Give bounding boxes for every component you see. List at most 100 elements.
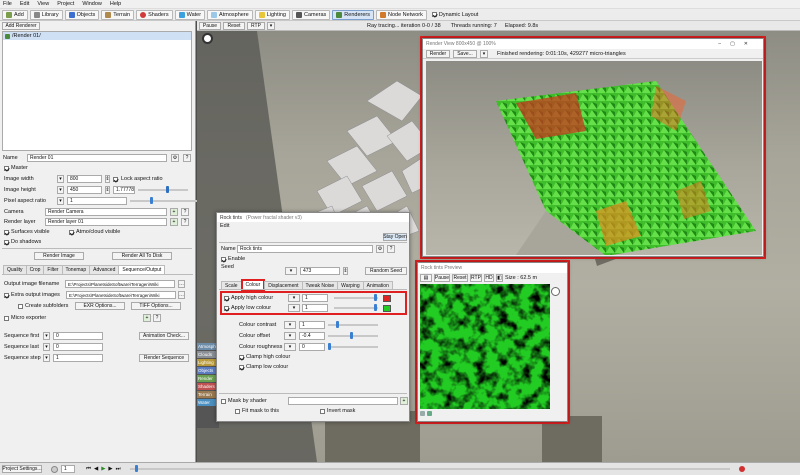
sequence-first-field[interactable]: 0 — [53, 332, 103, 340]
contrast-field[interactable]: 1 — [299, 321, 325, 329]
toolbar-add-button[interactable]: Add — [2, 9, 28, 20]
low-colour-field[interactable]: 1 — [302, 304, 328, 312]
preview-options-icon[interactable] — [427, 411, 432, 416]
contrast-slider[interactable] — [328, 321, 378, 328]
seed-field[interactable]: 473 — [300, 267, 340, 275]
clamp-high-checkbox[interactable] — [239, 354, 244, 360]
dynamic-layout-toggle[interactable]: Dynamic Layout — [431, 12, 478, 18]
high-colour-field[interactable]: 1 — [302, 294, 328, 302]
invert-mask-checkbox[interactable] — [320, 408, 325, 414]
name-field[interactable]: Render 01 — [27, 154, 167, 162]
image-width-spin[interactable]: ⇕ — [105, 175, 110, 183]
extra-output-checkbox[interactable] — [4, 292, 9, 298]
toolbar-cameras-button[interactable]: Cameras — [291, 9, 331, 20]
play-icon[interactable]: ▶ — [101, 466, 105, 472]
go-end-icon[interactable]: ⏭ — [116, 466, 121, 473]
low-colour-slider[interactable] — [334, 304, 378, 311]
random-seed-button[interactable]: Random Seed — [365, 267, 407, 275]
micro-exporter-help-icon[interactable]: ? — [153, 314, 161, 322]
low-colour-swatch[interactable] — [383, 304, 391, 312]
rock-node-options-icon[interactable]: ⚙ — [376, 245, 384, 253]
lock-aspect-checkbox[interactable] — [113, 176, 118, 182]
seed-menu[interactable]: ▾ — [285, 267, 297, 275]
window-controls-icon[interactable]: ‒▢✕ — [718, 41, 757, 47]
low-colour-menu[interactable]: ▾ — [288, 304, 300, 312]
high-colour-swatch[interactable] — [383, 294, 391, 302]
dynamic-layout-checkbox[interactable] — [431, 12, 437, 17]
add-renderer-button[interactable]: Add Renderer — [2, 22, 40, 30]
tab-crop[interactable]: Crop — [25, 265, 45, 274]
offset-menu[interactable]: ▾ — [284, 332, 296, 340]
toolbar-shaders-button[interactable]: Shaders — [136, 9, 173, 20]
preview-pause-button[interactable]: Pause — [434, 273, 450, 282]
pixel-aspect-menu[interactable]: ▾ — [57, 197, 64, 205]
preview-layers-icon[interactable]: ▤ — [420, 273, 432, 282]
preview-reset-button[interactable]: Reset — [452, 273, 468, 282]
micro-exporter-checkbox[interactable] — [4, 315, 9, 321]
compass-icon[interactable] — [202, 33, 213, 44]
render-view-menu-icon[interactable]: ▾ — [480, 49, 488, 58]
preview-zoom-icon[interactable]: ◧ — [496, 273, 503, 282]
toolbar-objects-button[interactable]: Objects — [64, 9, 100, 20]
exr-options-button[interactable]: EXR Options... — [75, 302, 125, 310]
tab-advanced[interactable]: Advanced — [89, 265, 120, 274]
preview-rtp-button[interactable]: RTP — [470, 273, 482, 282]
preview-nav-icon[interactable] — [420, 411, 425, 416]
render-image-button[interactable]: Render Image — [34, 252, 84, 260]
sequence-first-menu[interactable]: ▾ — [43, 332, 50, 340]
sequence-last-menu[interactable]: ▾ — [43, 343, 50, 351]
sequence-last-field[interactable]: 0 — [53, 343, 103, 351]
high-colour-slider[interactable] — [334, 294, 378, 301]
edit-menu[interactable]: Edit — [217, 222, 409, 230]
toolbar-lighting-button[interactable]: Lighting — [254, 9, 290, 20]
timeline-slider[interactable] — [129, 465, 730, 472]
preview-compass-icon[interactable] — [551, 287, 560, 296]
tab-tonemap[interactable]: Tonemap — [61, 265, 91, 274]
atmo-visible-checkbox[interactable] — [69, 229, 74, 235]
fit-mask-checkbox[interactable] — [235, 408, 240, 414]
roughness-field[interactable]: 0 — [299, 343, 325, 351]
viewport-reset-button[interactable]: Reset — [223, 21, 245, 30]
do-shadows-checkbox[interactable] — [4, 239, 9, 245]
tiff-options-button[interactable]: TIFF Options... — [131, 302, 181, 310]
image-height-spin[interactable]: ⇕ — [105, 186, 110, 194]
output-browse-icon[interactable]: … — [178, 280, 185, 288]
mask-shader-field[interactable] — [288, 397, 398, 405]
image-width-menu[interactable]: ▾ — [57, 175, 64, 183]
render-view-render-button[interactable]: Render — [426, 49, 450, 58]
menu-project[interactable]: Project — [57, 1, 74, 7]
camera-add-icon[interactable]: + — [170, 208, 178, 216]
rock-help-icon[interactable]: ? — [387, 245, 395, 253]
seed-spin[interactable]: ⇕ — [343, 267, 348, 275]
clamp-low-checkbox[interactable] — [239, 364, 244, 370]
offset-slider[interactable] — [328, 332, 378, 339]
record-icon[interactable] — [51, 465, 58, 473]
render-layer-help-icon[interactable]: ? — [181, 218, 189, 226]
extra-browse-icon[interactable]: … — [178, 291, 185, 299]
toolbar-terrain-button[interactable]: Terrain — [101, 9, 135, 20]
toolbar-atmosphere-button[interactable]: Atmosphere — [207, 9, 253, 20]
surfaces-visible-checkbox[interactable] — [4, 229, 9, 235]
output-filename-field[interactable]: E:\Projects\PlanetsideSoftware\Terragen\… — [65, 280, 175, 288]
menu-help[interactable]: Help — [110, 1, 121, 7]
contrast-menu[interactable]: ▾ — [284, 321, 296, 329]
viewport-pause-button[interactable]: Pause — [199, 21, 221, 30]
stay-open-button[interactable]: Stay Open — [383, 233, 407, 241]
offset-field[interactable]: -0.4 — [299, 332, 325, 340]
aspect-ratio-field[interactable]: 1.77778 — [113, 186, 135, 194]
frame-field[interactable]: 1 — [61, 465, 75, 473]
help-icon[interactable]: ? — [183, 154, 191, 162]
mask-by-shader-checkbox[interactable] — [221, 398, 226, 404]
apply-high-colour-checkbox[interactable] — [224, 295, 229, 301]
render-sequence-button[interactable]: Render Sequence — [139, 354, 189, 362]
roughness-slider[interactable] — [328, 343, 378, 350]
toolbar-renderers-button[interactable]: Renderers — [332, 9, 374, 20]
node-options-icon[interactable]: ⚙ — [171, 154, 179, 162]
step-forward-icon[interactable]: ▶ — [108, 466, 112, 472]
pixel-aspect-field[interactable]: 1 — [67, 197, 127, 205]
menu-window[interactable]: Window — [82, 1, 102, 7]
extra-output-field[interactable]: E:\Projects\PlanetsideSoftware\Terragen\… — [66, 291, 176, 299]
apply-low-colour-checkbox[interactable] — [224, 305, 229, 311]
preview-hd-button[interactable]: HD — [484, 273, 494, 282]
rock-name-field[interactable]: Rock tints — [237, 245, 373, 253]
